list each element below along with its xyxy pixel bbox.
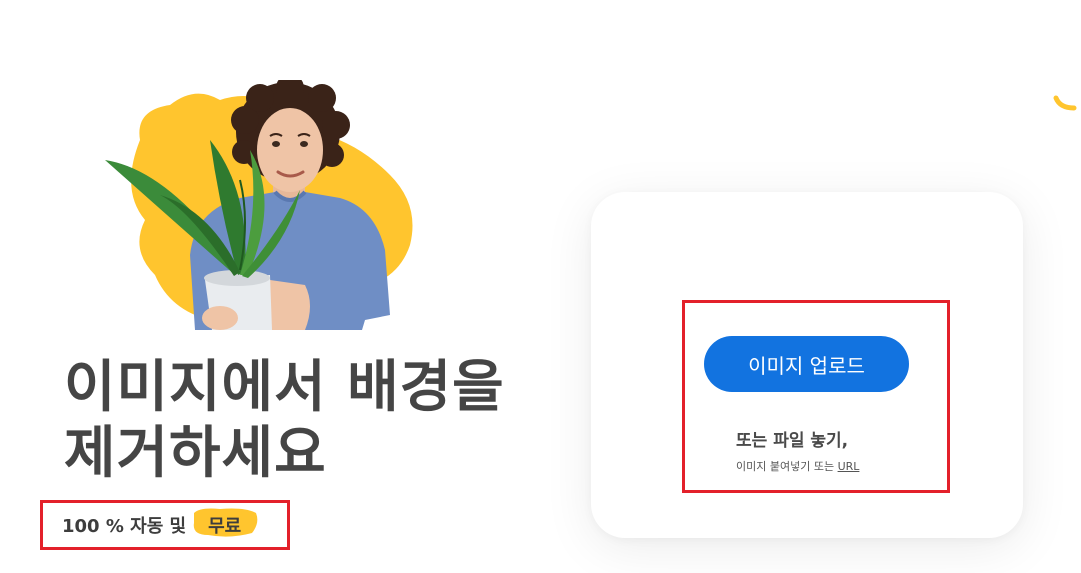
subtitle-text: 100 % 자동 및 xyxy=(62,516,187,537)
upload-image-button[interactable]: 이미지 업로드 xyxy=(704,336,909,392)
page-title-line-1: 이미지에서 배경을 xyxy=(64,355,505,420)
free-badge: 무료 xyxy=(193,508,258,538)
paste-hint: 이미지 붙여넣기 또는 URL xyxy=(736,458,859,474)
free-label: 무료 xyxy=(208,516,242,537)
subtitle: 100 % 자동 및 무료 xyxy=(62,508,258,538)
url-link[interactable]: URL xyxy=(838,460,860,473)
drop-file-text: 또는 파일 놓기, xyxy=(736,431,849,451)
page-title-line-2: 제거하세요 xyxy=(64,421,327,486)
yellow-squiggle-icon xyxy=(1053,95,1077,111)
page: 이미지에서 배경을 제거하세요 100 % 자동 및 무료 이미지 업로드 또는… xyxy=(0,0,1081,573)
paste-hint-text: 이미지 붙여넣기 또는 xyxy=(736,460,835,473)
page-title: 이미지에서 배경을 제거하세요 xyxy=(64,355,584,487)
hero-image xyxy=(105,80,413,330)
